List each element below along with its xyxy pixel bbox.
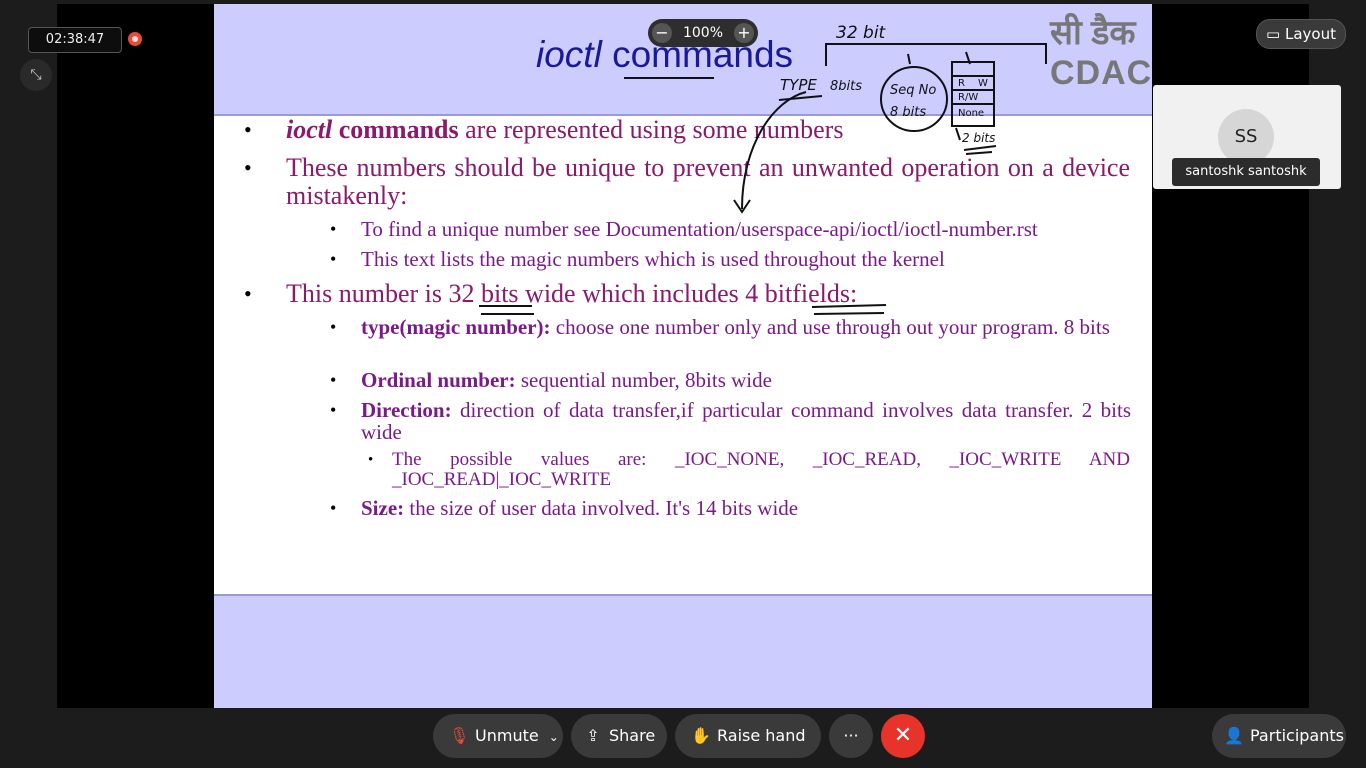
type-underline <box>778 95 823 101</box>
annotation-type-8bits: 8bits <box>830 79 862 94</box>
collapse-icon[interactable]: ⤡ <box>20 59 52 91</box>
mic-muted-icon: 🎙 <box>449 726 470 745</box>
handwritten-annotations: 32 bit TYPE 8bits Seq No 8 bits R W R/W … <box>479 23 1047 315</box>
annotation-type: TYPE <box>780 76 817 94</box>
layout-button[interactable]: ▭ Layout <box>1256 19 1346 49</box>
participants-button[interactable]: 👤 Participants <box>1212 714 1346 758</box>
two-bits-underline <box>963 145 997 155</box>
share-label: Share <box>609 726 656 745</box>
bits-small-arrow <box>955 127 961 141</box>
unmute-button[interactable]: 🎙 Unmute ⌄ <box>433 714 563 758</box>
person-icon: 👤 <box>1224 726 1244 745</box>
annotation-dir-none: None <box>958 108 984 119</box>
close-icon: ✕ <box>893 723 913 748</box>
zoom-control: − 100% + <box>648 19 758 47</box>
chevron-down-icon[interactable]: ⌄ <box>549 730 559 744</box>
seq-no-circle <box>880 66 948 132</box>
more-options-button[interactable]: ··· <box>829 714 873 758</box>
share-button[interactable]: ⇪ Share <box>571 714 667 758</box>
annotation-dir-w: W <box>978 78 988 89</box>
zoom-in-button[interactable]: + <box>734 23 754 43</box>
annotation-seq-no: Seq No <box>890 83 936 98</box>
participant-tile[interactable]: SS santoshk santoshk <box>1153 85 1341 189</box>
zoom-out-button[interactable]: − <box>652 23 672 43</box>
raise-hand-button[interactable]: ✋ Raise hand <box>675 714 821 758</box>
meeting-timer: 02:38:47 <box>28 27 122 53</box>
participants-label: Participants <box>1250 726 1344 745</box>
recording-icon <box>128 32 142 46</box>
avatar: SS <box>1218 109 1274 165</box>
unmute-label: Unmute <box>475 726 539 745</box>
layout-icon: ▭ <box>1266 25 1285 43</box>
type-arrow <box>741 91 807 210</box>
bracket-32bit <box>825 43 1047 66</box>
participant-name: santoshk santoshk <box>1172 158 1320 186</box>
annotation-dir-rw: R/W <box>958 92 978 103</box>
annotation-dir-r: R <box>958 78 965 89</box>
share-icon: ⇪ <box>586 726 600 745</box>
raise-hand-label: Raise hand <box>717 726 806 745</box>
end-call-button[interactable]: ✕ <box>881 714 925 758</box>
presentation-slide: ioctl commands सी डैक CDAC ioctl command… <box>214 4 1152 708</box>
zoom-level: 100% <box>682 25 724 41</box>
hand-icon: ✋ <box>691 726 711 745</box>
brace-tick-1 <box>907 53 911 65</box>
annotation-32-bit: 32 bit <box>836 23 887 43</box>
underline-bitfields <box>811 304 887 315</box>
meeting-window: ioctl commands सी डैक CDAC ioctl command… <box>0 0 1366 768</box>
annotation-2-bits: 2 bits <box>962 131 995 145</box>
layout-label: Layout <box>1284 25 1336 43</box>
annotation-seq-8bits: 8 bits <box>890 105 926 120</box>
